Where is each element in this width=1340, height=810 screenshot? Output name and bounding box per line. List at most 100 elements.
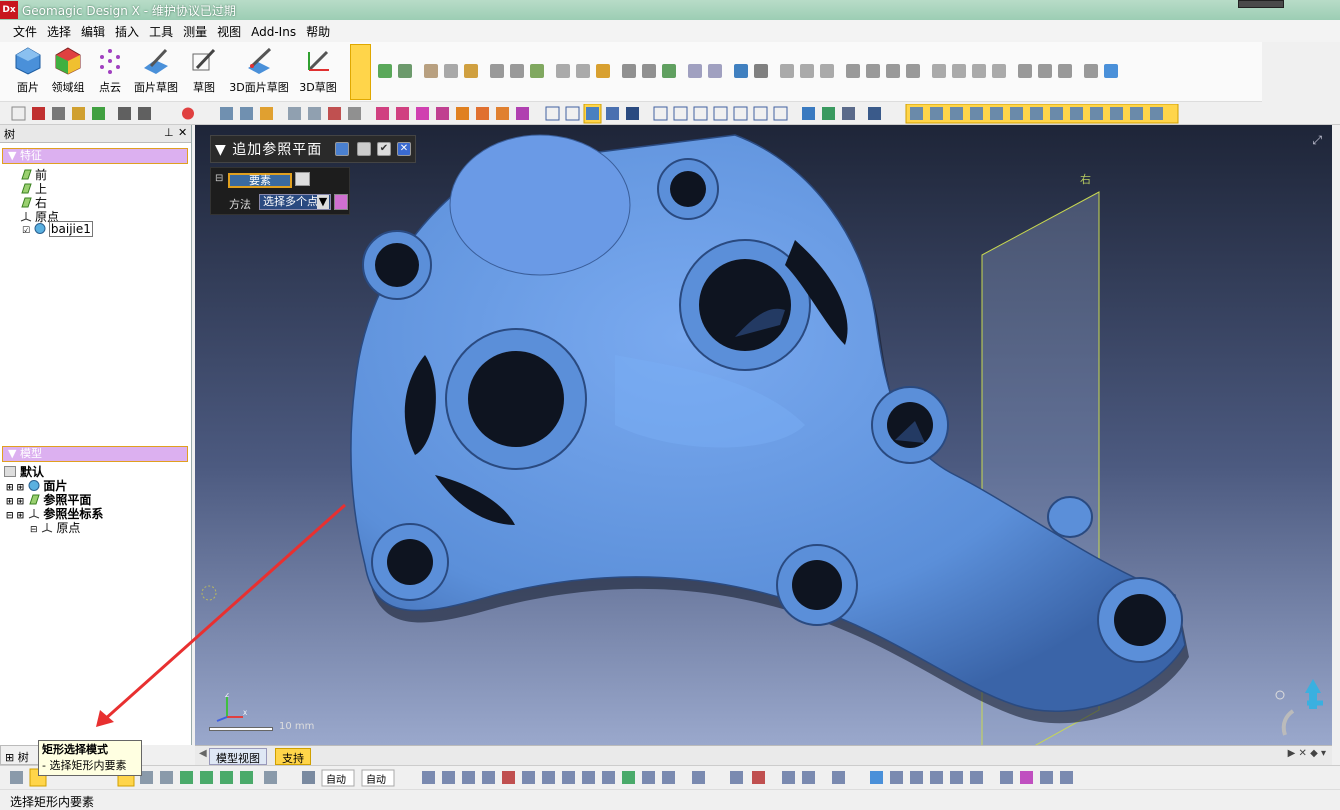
zoom-in-icon	[308, 107, 321, 120]
menu-edit[interactable]: 编辑	[76, 20, 110, 43]
mesh-render[interactable]	[195, 125, 1332, 745]
menu-tools[interactable]: 工具	[144, 20, 178, 43]
trim-icon	[886, 64, 900, 78]
features-section-header[interactable]: ▼ 特征	[2, 148, 188, 164]
trimetric-icon	[693, 106, 708, 121]
tooltip-title: 矩形选择模式	[42, 743, 108, 756]
cancel-x-icon[interactable]: ✕	[397, 142, 411, 156]
dialog-title: ▼ 追加参照平面	[215, 142, 323, 158]
filter-vector-icon	[1110, 107, 1123, 120]
svg-text:X: X	[243, 710, 247, 717]
tab-tree[interactable]: ⊞ 树	[0, 745, 40, 765]
move-view-icon	[376, 107, 389, 120]
zoom-preview-icon[interactable]	[357, 142, 371, 156]
collapse-group-icon[interactable]: ⊟	[215, 173, 223, 184]
axis-icon	[754, 64, 768, 78]
filter-plane-icon	[1070, 107, 1083, 120]
line-icon	[378, 64, 392, 78]
checkbox-icon[interactable]: ☑	[22, 226, 30, 236]
selection-toolbar-icons[interactable]	[6, 767, 1106, 789]
nav-zoom-icon	[1275, 690, 1285, 700]
model-section-header[interactable]: ▼ 模型	[2, 446, 188, 462]
tab-scroll-left-icon[interactable]: ◀	[199, 748, 207, 759]
method-options-icon[interactable]	[334, 194, 348, 210]
preview-icon[interactable]	[335, 142, 349, 156]
mesh-dome	[449, 134, 631, 276]
nav-rotate-icon	[1281, 709, 1295, 736]
shaded-icon	[586, 107, 599, 120]
transparent-icon	[626, 107, 639, 120]
tab-tree-label: 树	[17, 751, 29, 764]
toolbar2-icons[interactable]	[6, 104, 1196, 124]
ribbon-mesh-label: 面片	[17, 81, 39, 94]
plane-tool-active-button[interactable]	[350, 44, 371, 100]
import-icon	[72, 107, 85, 120]
mesh-tool-16-icon	[752, 771, 765, 784]
mesh-tool-11-icon	[622, 771, 635, 784]
ribbon-sketch-button[interactable]: 草图	[176, 46, 232, 95]
close-panel-icon[interactable]: ✕	[178, 126, 187, 139]
menu-view[interactable]: 视图	[212, 20, 246, 43]
menu-file[interactable]: 文件	[8, 20, 42, 43]
scale-label: 10 mm	[279, 721, 315, 732]
mesh-tool-9-icon	[582, 771, 595, 784]
mesh-tool-21-icon	[890, 771, 903, 784]
mesh-tool-28-icon	[1040, 771, 1053, 784]
ribbon-3d-sketch-button[interactable]: 3D草图	[290, 46, 346, 95]
filter-vertex-icon	[950, 107, 963, 120]
view-flip-icon	[733, 106, 748, 121]
app-logo-icon: Dx	[0, 1, 18, 19]
method-dropdown[interactable]: 选择多个点 ▼	[259, 194, 331, 210]
window-title: Geomagic Design X - 维护协议已过期	[22, 4, 236, 18]
wireframe-icon	[545, 106, 560, 121]
tree-item-mesh[interactable]: ☑ baijie1	[22, 221, 93, 237]
maximize-viewport-icon[interactable]: ⤢	[1312, 133, 1322, 148]
select-auto-2-value[interactable]: 自动	[366, 771, 386, 786]
mesh-tool-23-icon	[930, 771, 943, 784]
patch-icon	[530, 64, 544, 78]
save-icon	[52, 107, 65, 120]
mesh-sketch-icon	[144, 48, 168, 74]
region-group-icon	[55, 47, 81, 75]
plane-icon	[21, 169, 32, 180]
collapse-icon[interactable]: ⊟	[30, 525, 38, 535]
tab-support[interactable]: 支持	[275, 748, 311, 765]
dialog-title-label: 追加参照平面	[232, 142, 323, 158]
tab-nav-controls-icon[interactable]: ▶ ✕ ◆ ▾	[1288, 748, 1326, 759]
menu-select[interactable]: 选择	[42, 20, 76, 43]
mesh-tool-7-icon	[542, 771, 555, 784]
tree-item-label: baijie1	[48, 221, 93, 237]
ribbon-3d-mesh-sketch-button[interactable]: 3D面片草图	[228, 46, 290, 95]
collapse-icon[interactable]: ⊟ ⊞	[6, 511, 24, 521]
tab-model-view[interactable]: 模型视图	[209, 748, 267, 765]
mesh-globe-icon	[34, 223, 46, 234]
mesh-tool-3-icon	[462, 771, 475, 784]
filter-edge-icon	[970, 107, 983, 120]
method-dropdown-value: 选择多个点	[263, 195, 318, 208]
select-auto-1-value[interactable]: 自动	[326, 771, 346, 786]
ribbon-tool-icons[interactable]	[376, 58, 1276, 98]
coordinate-origin-icon	[20, 212, 32, 222]
menu-measure[interactable]: 测量	[178, 20, 212, 43]
license-gauge	[1238, 0, 1284, 8]
mesh-tool-14-icon	[692, 771, 705, 784]
model-header-label: 模型	[19, 447, 42, 460]
offset-icon	[866, 64, 880, 78]
menu-help[interactable]: 帮助	[301, 20, 335, 43]
filter-face-icon	[930, 107, 943, 120]
menu-insert[interactable]: 插入	[110, 20, 144, 43]
pin-icon[interactable]: ⊥	[164, 126, 174, 139]
chevron-down-icon[interactable]: ▼	[317, 195, 329, 209]
new-file-icon	[11, 106, 26, 121]
add-reference-plane-dialog: ▼ 追加参照平面 ✔ ✕	[210, 135, 416, 163]
3d-viewport[interactable]: ⤢ ▼ 追加参照平面 ✔ ✕ ⊟ 要素 方法 选择多个点 ▼ 右 Z X 10 m…	[195, 125, 1332, 745]
element-selector-button[interactable]: 要素	[228, 173, 292, 188]
mesh-tool-18-icon	[802, 771, 815, 784]
menu-addins[interactable]: Add-Ins	[246, 22, 301, 42]
tree-item-coord-origin[interactable]: ⊟ 原点	[30, 519, 80, 536]
hole-top	[670, 171, 706, 207]
ok-check-icon[interactable]: ✔	[377, 142, 391, 156]
3d-mesh-sketch-icon	[248, 47, 272, 74]
section-icon	[802, 107, 815, 120]
clear-selection-icon[interactable]	[295, 172, 310, 186]
